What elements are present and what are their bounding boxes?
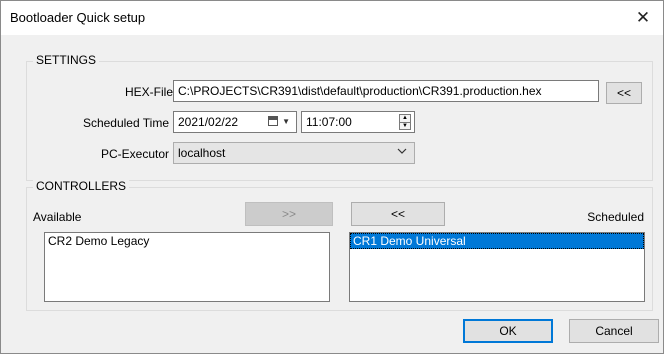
- pc-executor-select[interactable]: localhost: [173, 142, 415, 164]
- list-item[interactable]: CR2 Demo Legacy: [45, 233, 329, 249]
- settings-legend: SETTINGS: [33, 53, 100, 67]
- time-spinner[interactable]: ▲ ▼: [399, 114, 411, 130]
- chevron-down-icon[interactable]: ▼: [282, 117, 290, 126]
- date-value: 2021/02/22: [178, 115, 239, 129]
- dialog-content: SETTINGS HEX-File C:\PROJECTS\CR391\dist…: [1, 35, 663, 353]
- move-right-button[interactable]: >>: [245, 202, 333, 226]
- available-list[interactable]: CR2 Demo Legacy: [44, 232, 330, 302]
- calendar-icon[interactable]: [268, 116, 278, 126]
- controllers-legend: CONTROLLERS: [33, 179, 130, 193]
- title-bar[interactable]: Bootloader Quick setup ✕: [1, 1, 663, 35]
- hex-file-label: HEX-File: [124, 85, 173, 99]
- controllers-group: CONTROLLERS Available Scheduled >> << CR…: [26, 179, 653, 311]
- date-picker[interactable]: 2021/02/22 ▼: [173, 111, 297, 133]
- pc-executor-value: localhost: [178, 146, 226, 160]
- time-value: 11:07:00: [306, 115, 352, 129]
- available-label: Available: [33, 210, 82, 224]
- time-input[interactable]: 11:07:00 ▲ ▼: [301, 111, 415, 133]
- scheduled-label: Scheduled: [587, 210, 644, 224]
- window-title: Bootloader Quick setup: [10, 10, 146, 25]
- close-button[interactable]: ✕: [623, 1, 663, 35]
- cancel-button[interactable]: Cancel: [569, 319, 659, 343]
- hex-file-input[interactable]: C:\PROJECTS\CR391\dist\default\productio…: [173, 80, 599, 102]
- spin-down-icon[interactable]: ▼: [400, 121, 410, 130]
- browse-hex-button[interactable]: <<: [606, 82, 642, 104]
- close-icon: ✕: [635, 8, 651, 27]
- chevron-down-icon: [397, 148, 407, 154]
- pc-executor-label: PC-Executor: [100, 147, 169, 161]
- move-left-button[interactable]: <<: [351, 202, 445, 226]
- list-item[interactable]: CR1 Demo Universal: [350, 233, 644, 249]
- scheduled-list[interactable]: CR1 Demo Universal: [349, 232, 645, 302]
- dialog-window: Bootloader Quick setup ✕ SETTINGS HEX-Fi…: [0, 0, 664, 354]
- ok-button[interactable]: OK: [463, 319, 553, 343]
- settings-group: SETTINGS HEX-File C:\PROJECTS\CR391\dist…: [26, 53, 653, 181]
- scheduled-time-label: Scheduled Time: [82, 116, 169, 130]
